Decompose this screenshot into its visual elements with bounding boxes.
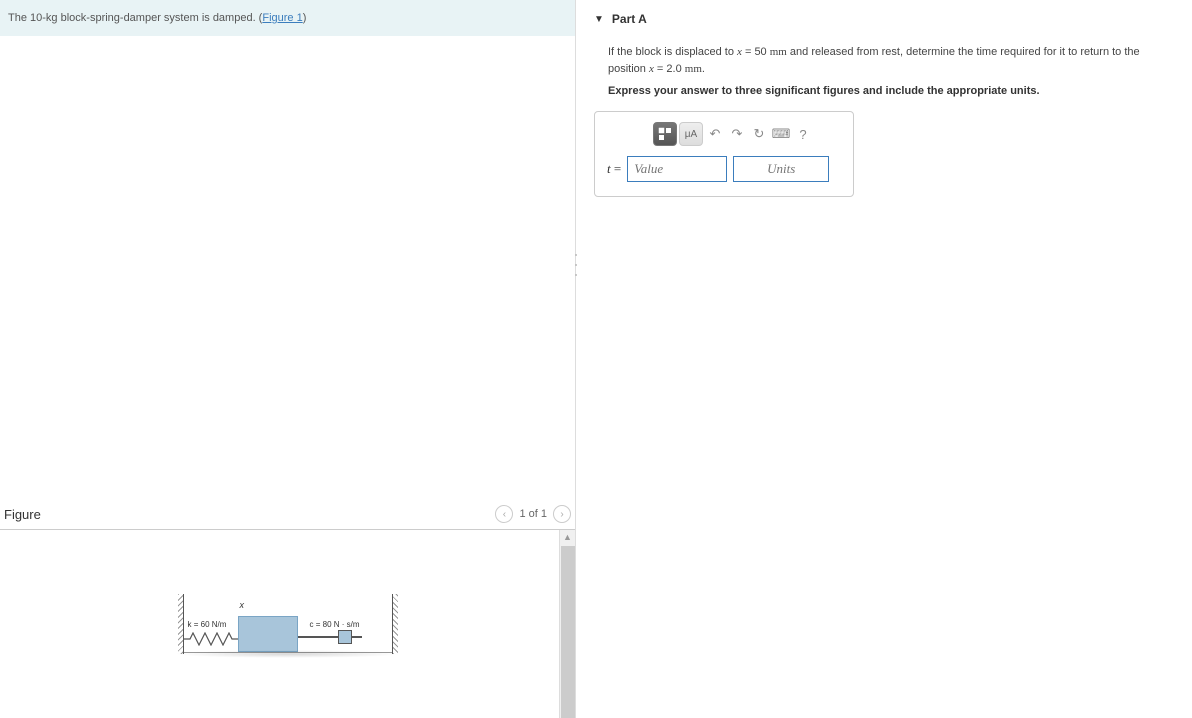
templates-button[interactable]: [653, 122, 677, 146]
collapse-caret-icon: ▼: [594, 14, 604, 25]
problem-text: The: [8, 12, 30, 24]
q-unit: mm: [685, 63, 702, 75]
spring-damper-diagram: x k = 60 N/m c = 80 N · s/m: [178, 594, 398, 654]
figure-next-button[interactable]: ›: [553, 505, 571, 523]
figure-link[interactable]: Figure 1: [262, 12, 302, 24]
damping-constant-label: c = 80 N · s/m: [310, 620, 360, 629]
figure-prev-button[interactable]: ‹: [495, 505, 513, 523]
special-chars-button[interactable]: μA: [679, 122, 703, 146]
problem-text: block-spring-damper system is damped. (: [58, 12, 263, 24]
part-header[interactable]: ▼ Part A: [576, 0, 1192, 36]
q-text: = 2.0: [654, 63, 685, 75]
mass-block: [238, 616, 298, 652]
equation-toolbar: μA ↶ ↷ ↻ ⌨ ?: [607, 122, 841, 146]
units-input[interactable]: [733, 156, 829, 182]
x-dimension-label: x: [240, 600, 245, 610]
q-text: .: [702, 63, 705, 75]
diagram-shadow: [174, 650, 402, 658]
help-button[interactable]: ?: [793, 122, 813, 146]
answer-variable: t =: [607, 161, 621, 177]
damper-piston: [338, 630, 352, 644]
damper-rod: [298, 636, 362, 638]
figure-scrollbar[interactable]: ▲: [559, 530, 575, 718]
figure-header: Figure ‹ 1 of 1 ›: [0, 499, 575, 530]
q-text: If the block is displaced to: [608, 46, 737, 58]
keyboard-button[interactable]: ⌨: [771, 122, 791, 146]
spring-constant-label: k = 60 N/m: [188, 620, 227, 629]
answer-box: μA ↶ ↷ ↻ ⌨ ? t =: [594, 111, 854, 197]
value-input[interactable]: [627, 156, 727, 182]
pane-resize-handle[interactable]: [573, 250, 579, 280]
q-text: = 50: [742, 46, 770, 58]
figure-body: x k = 60 N/m c = 80 N · s/m ▲: [0, 530, 575, 718]
scroll-thumb[interactable]: [561, 546, 575, 718]
scroll-up-icon: ▲: [561, 530, 575, 544]
part-label: Part A: [612, 12, 647, 26]
wall-right: [392, 594, 398, 654]
q-unit: mm: [770, 46, 787, 58]
answer-instruction: Express your answer to three significant…: [576, 81, 1192, 111]
question-text: If the block is displaced to x = 50 mm a…: [576, 36, 1192, 81]
problem-statement: The 10-kg block-spring-damper system is …: [0, 0, 575, 36]
figure-pager: 1 of 1: [519, 508, 547, 520]
spring-icon: [184, 632, 238, 646]
problem-mass: 10-kg: [30, 12, 58, 24]
redo-button[interactable]: ↷: [727, 122, 747, 146]
problem-text: ): [303, 12, 307, 24]
figure-title: Figure: [4, 507, 41, 522]
undo-button[interactable]: ↶: [705, 122, 725, 146]
reset-button[interactable]: ↻: [749, 122, 769, 146]
